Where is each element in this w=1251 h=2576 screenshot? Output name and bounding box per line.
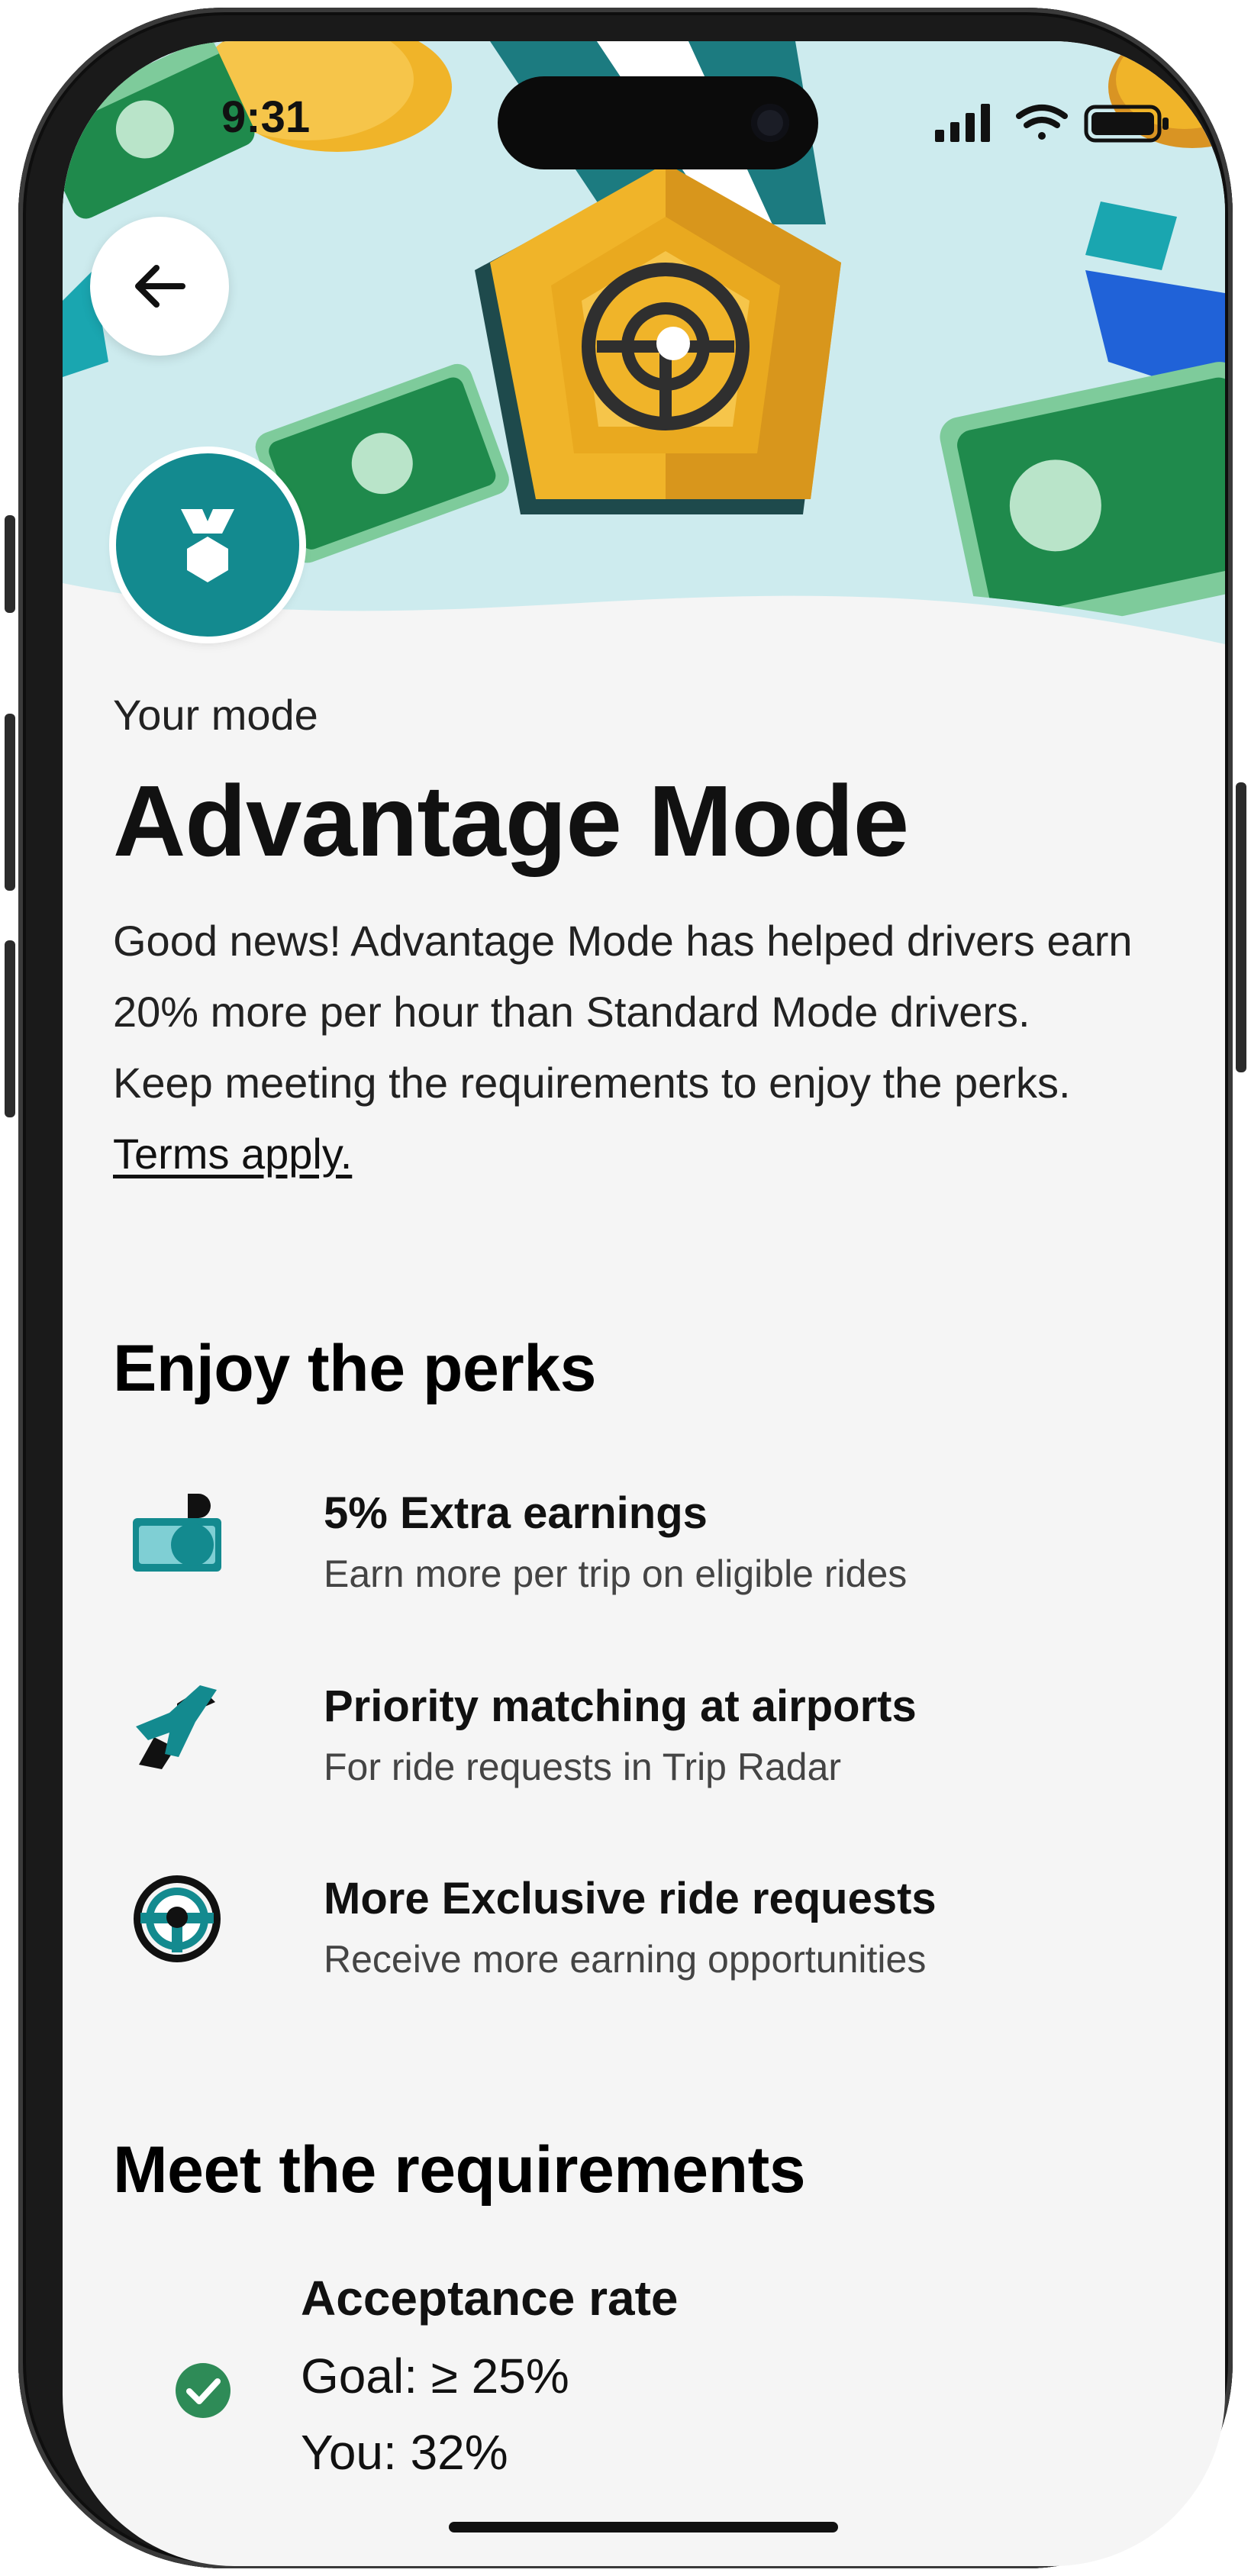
airplane-icon	[136, 1685, 217, 1769]
requirement-title: Acceptance rate	[301, 2271, 679, 2326]
perk-title: 5% Extra earnings	[324, 1488, 708, 1538]
perk-title: Priority matching at airports	[324, 1681, 917, 1731]
power-button	[1236, 782, 1246, 1072]
description-text: Good news! Advantage Mode has helped dri…	[113, 916, 1133, 1107]
requirement-item: Acceptance rate Goal: ≥ 25% You: 32%	[108, 2270, 1162, 2514]
wifi-icon	[1016, 105, 1068, 140]
home-indicator[interactable]	[449, 2522, 838, 2532]
perk-subtitle: Earn more per trip on eligible rides	[324, 1552, 908, 1595]
steering-wheel-icon	[134, 1875, 221, 1962]
status-glyphs	[935, 104, 1169, 143]
perk-title: More Exclusive ride requests	[324, 1874, 937, 1923]
status-time: 9:31	[221, 92, 311, 142]
page-title: Advantage Mode	[113, 765, 909, 877]
camera-icon	[751, 104, 789, 142]
device-stage: 9:31 Your mode Advantage Mode Good news!…	[0, 0, 1251, 2576]
volume-up-button	[5, 714, 15, 891]
phone-frame: 9:31 Your mode Advantage Mode Good news!…	[18, 8, 1233, 2568]
mode-badge	[116, 453, 299, 637]
back-button[interactable]	[90, 217, 229, 356]
intro-section: Your mode Advantage Mode Good news! Adva…	[113, 690, 1182, 1189]
mode-description: Good news! Advantage Mode has helped dri…	[113, 905, 1136, 1189]
mode-eyebrow: Your mode	[113, 691, 318, 739]
check-circle-icon	[176, 2363, 231, 2418]
requirement-current: You: 32%	[301, 2425, 508, 2480]
perk-subtitle: Receive more earning opportunities	[324, 1938, 927, 1981]
perk-item: 5% Extra earnings Earn more per trip on …	[108, 1488, 1162, 1617]
perk-subtitle: For ride requests in Trip Radar	[324, 1746, 842, 1788]
volume-down-button	[5, 940, 15, 1117]
perk-item: Priority matching at airports For ride r…	[108, 1681, 1162, 1810]
dynamic-island	[498, 76, 818, 169]
terms-link[interactable]: Terms apply.	[113, 1130, 352, 1178]
medal-icon	[181, 509, 234, 582]
signal-icon	[935, 104, 990, 142]
requirements-heading: Meet the requirements	[113, 2133, 806, 2207]
perks-heading: Enjoy the perks	[113, 1332, 596, 1405]
perk-item: More Exclusive ride requests Receive mor…	[108, 1873, 1162, 2003]
battery-icon	[1084, 105, 1169, 143]
requirement-goal: Goal: ≥ 25%	[301, 2349, 569, 2404]
silent-switch	[5, 515, 15, 613]
cash-icon	[133, 1494, 221, 1572]
app-screen: 9:31 Your mode Advantage Mode Good news!…	[63, 41, 1225, 2566]
status-icons	[929, 99, 1181, 145]
arrow-left-icon	[135, 265, 185, 308]
